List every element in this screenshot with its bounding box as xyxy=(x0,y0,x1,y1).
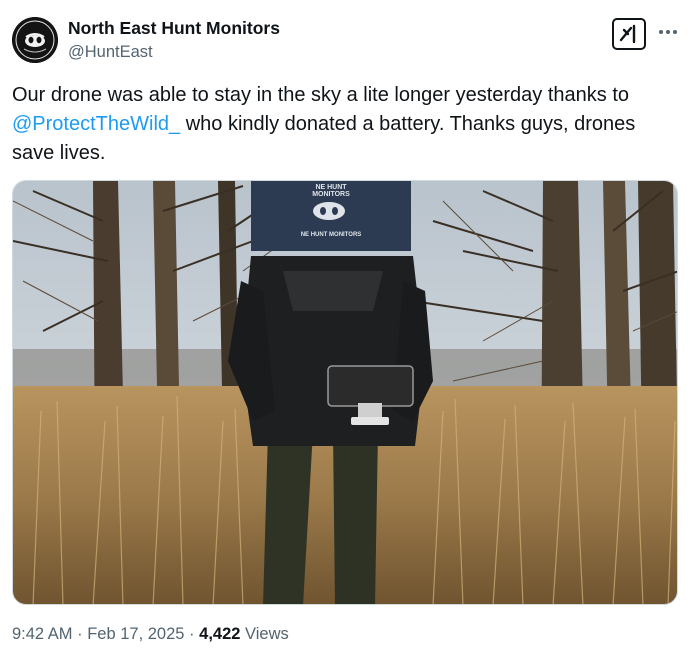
post-metadata: 9:42 AM · Feb 17, 2025 · 4,422 Views xyxy=(12,625,289,644)
drone-operator-photo: NE HUNT MONITORS NE HUNT MONITORS xyxy=(13,181,677,604)
author-handle[interactable]: @HuntEast xyxy=(68,43,153,62)
grok-button[interactable] xyxy=(612,18,646,50)
more-options-button[interactable] xyxy=(655,20,681,44)
grok-icon xyxy=(619,24,636,44)
post-text: Our drone was able to stay in the sky a … xyxy=(12,81,682,168)
views-label: Views xyxy=(240,625,289,643)
shirt-text-bottom: NE HUNT MONITORS xyxy=(301,232,362,238)
mention-link[interactable]: @ProtectTheWild_ xyxy=(12,113,180,135)
meta-separator: · xyxy=(72,625,88,643)
post-time[interactable]: 9:42 AM xyxy=(12,625,73,643)
author-display-name[interactable]: North East Hunt Monitors xyxy=(68,18,280,39)
tweet-card: North East Hunt Monitors @HuntEast Our d… xyxy=(0,0,699,651)
shirt-text-top: NE HUNT xyxy=(315,184,347,191)
post-text-start: Our drone was able to stay in the sky a … xyxy=(12,84,629,106)
meta-separator: · xyxy=(184,625,200,643)
shirt-text-mid: MONITORS xyxy=(312,191,350,198)
avatar[interactable] xyxy=(12,17,58,63)
post-date[interactable]: Feb 17, 2025 xyxy=(87,625,184,643)
views-count[interactable]: 4,422 xyxy=(199,625,240,643)
more-horizontal-icon xyxy=(659,30,677,34)
post-photo[interactable]: NE HUNT MONITORS NE HUNT MONITORS xyxy=(12,180,678,605)
